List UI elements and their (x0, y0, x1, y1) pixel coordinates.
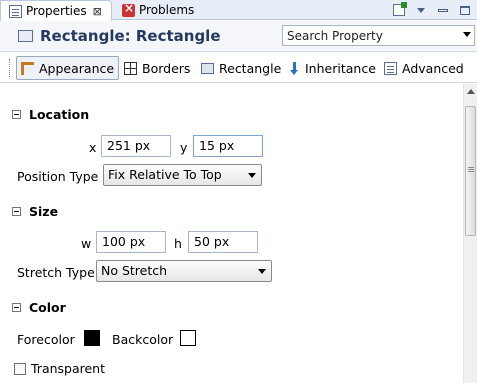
pin-view-button[interactable] (391, 2, 407, 18)
page-title: Rectangle: Rectangle (40, 27, 221, 45)
section-size-header[interactable]: Size (12, 203, 58, 219)
inheritance-icon (290, 61, 300, 75)
forecolor-swatch[interactable] (84, 330, 100, 346)
stretch-type-select[interactable]: No Stretch (96, 260, 272, 282)
rectangle-icon (18, 30, 33, 42)
y-field[interactable]: 15 px (193, 135, 263, 157)
search-property-combo[interactable] (282, 25, 475, 46)
position-type-select[interactable]: Fix Relative To Top (103, 164, 262, 186)
search-input[interactable] (287, 27, 452, 44)
tab-advanced[interactable]: Advanced (384, 56, 464, 80)
chevron-down-icon (417, 7, 425, 13)
chevron-down-icon (248, 173, 256, 178)
tab-problems-label: Problems (139, 3, 195, 17)
scroll-up-icon[interactable] (467, 89, 475, 94)
tab-rectangle[interactable]: Rectangle (201, 56, 281, 80)
stretch-type-label: Stretch Type (17, 265, 95, 280)
tab-inheritance[interactable]: Inheritance (290, 56, 376, 80)
tab-rectangle-label: Rectangle (219, 60, 282, 76)
h-label: h (174, 236, 182, 251)
w-label: w (81, 236, 92, 251)
minimize-icon (438, 8, 448, 12)
transparent-label: Transparent (31, 361, 106, 376)
properties-header: Rectangle: Rectangle (0, 21, 477, 52)
chevron-down-icon (258, 269, 266, 274)
tab-properties[interactable]: Properties ⊠ (0, 0, 112, 21)
backcolor-label: Backcolor (112, 332, 174, 347)
collapse-icon[interactable] (12, 206, 21, 216)
chevron-down-icon[interactable] (463, 32, 471, 37)
problems-icon (122, 1, 135, 17)
appearance-icon (21, 61, 34, 75)
w-field[interactable]: 100 px (96, 231, 166, 253)
forecolor-label: Forecolor (17, 332, 75, 347)
section-location-title: Location (29, 106, 90, 122)
position-type-label: Position Type (17, 169, 99, 184)
vertical-scrollbar[interactable] (463, 84, 477, 383)
properties-icon (9, 4, 22, 18)
rectangle-icon (201, 62, 214, 74)
maximize-button[interactable] (457, 2, 473, 18)
x-label: x (89, 140, 97, 155)
h-field[interactable]: 50 px (188, 231, 258, 253)
x-field[interactable]: 251 px (101, 135, 171, 157)
section-location-header[interactable]: Location (12, 106, 89, 122)
maximize-icon (460, 5, 470, 15)
view-menu-button[interactable] (413, 2, 429, 18)
tab-borders-label: Borders (142, 60, 191, 76)
grip-icon (468, 167, 474, 168)
tab-borders[interactable]: Borders (124, 56, 190, 80)
transparent-checkbox[interactable] (14, 363, 26, 375)
section-size-title: Size (29, 203, 59, 219)
properties-content: Location x 251 px y 15 px Position Type … (0, 84, 463, 383)
collapse-icon[interactable] (12, 302, 21, 312)
tab-appearance[interactable]: Appearance (16, 56, 119, 80)
tab-properties-label: Properties (26, 4, 87, 18)
pin-icon (393, 2, 407, 16)
borders-icon (124, 61, 137, 75)
tab-problems[interactable]: Problems (114, 0, 204, 20)
scrollbar-thumb[interactable] (465, 106, 476, 236)
tab-advanced-label: Advanced (402, 60, 464, 76)
view-tab-bar: Properties ⊠ Problems (0, 0, 477, 21)
section-color-title: Color (29, 299, 66, 315)
collapse-icon[interactable] (12, 109, 21, 119)
view-toolbar (385, 0, 477, 20)
backcolor-swatch[interactable] (180, 330, 196, 346)
advanced-icon (384, 61, 397, 75)
tab-inheritance-label: Inheritance (305, 60, 376, 76)
close-icon[interactable]: ⊠ (93, 5, 102, 18)
minimize-button[interactable] (435, 2, 451, 18)
section-color-header[interactable]: Color (12, 299, 66, 315)
y-label: y (180, 140, 188, 155)
toolbar-grip[interactable] (9, 59, 11, 77)
property-category-tabs: Appearance Borders Rectangle Inheritance… (0, 53, 477, 83)
stretch-type-value: No Stretch (101, 263, 168, 278)
position-type-value: Fix Relative To Top (108, 167, 222, 182)
tab-appearance-label: Appearance (39, 60, 115, 76)
